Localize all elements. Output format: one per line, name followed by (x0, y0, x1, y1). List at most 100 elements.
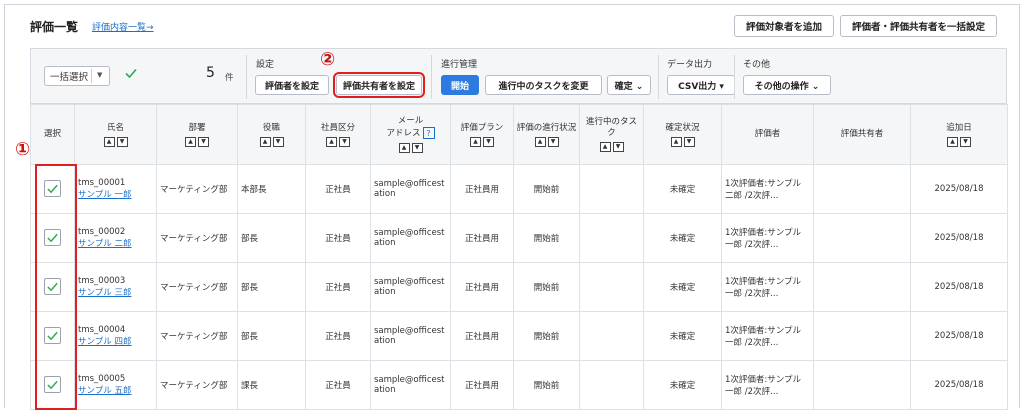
plan-cell: 正社員用 (450, 262, 514, 312)
sort-asc-icon[interactable]: ▲ (599, 142, 611, 152)
name-cell: tms_00003 サンプル 三郎 (74, 262, 157, 312)
csv-export-button[interactable]: CSV出力 ▾ (667, 75, 735, 95)
dropdown-divider (91, 69, 92, 83)
sort-asc-icon[interactable]: ▲ (947, 136, 958, 147)
task-cell (579, 164, 644, 214)
table-header-row: 選択 氏名 ▲ ▼ 部署 ▲ ▼ 役職 ▲ ▼ 社員区分 ▲ ▼ メール アドレス? ▲ ▼… (30, 104, 1008, 165)
sort-desc-icon[interactable]: ▼ (272, 136, 284, 147)
table-row[interactable]: tms_00005 サンプル 五郎 マーケティング部 課長 正社員 sample… (30, 360, 1008, 410)
toolbar-separator (734, 55, 735, 99)
employee-name-link[interactable]: サンプル 三郎 (78, 286, 153, 298)
col-dept: 部署 ▲ ▼ (156, 104, 238, 165)
page-title: 評価一覧 (30, 20, 79, 34)
sort-asc-icon[interactable]: ▲ (398, 142, 410, 153)
table-row[interactable]: tms_00002 サンプル 二郎 マーケティング部 部長 正社員 sample… (30, 213, 1008, 263)
dept-cell: マーケティング部 (156, 311, 238, 361)
dept-cell: マーケティング部 (156, 213, 238, 263)
sort-controls: ▲ ▼ (947, 136, 971, 147)
sort-controls: ▲ ▼ (670, 136, 695, 147)
sort-controls: ▲ ▼ (534, 136, 559, 147)
add-targets-button[interactable]: 評価対象者を追加 (734, 15, 834, 37)
confirm-status-cell: 未確定 (643, 311, 722, 361)
employee-id: tms_00004 (78, 325, 126, 335)
eval-status-cell: 開始前 (513, 164, 580, 214)
sort-desc-icon[interactable]: ▼ (198, 136, 209, 147)
name-cell: tms_00002 サンプル 二郎 (74, 213, 157, 263)
sort-desc-icon[interactable]: ▼ (683, 136, 695, 147)
evaluation-table: 選択 氏名 ▲ ▼ 部署 ▲ ▼ 役職 ▲ ▼ 社員区分 ▲ ▼ メール アドレス? ▲ ▼… (30, 104, 1008, 410)
table-row[interactable]: tms_00003 サンプル 三郎 マーケティング部 部長 正社員 sample… (30, 262, 1008, 312)
change-task-button[interactable]: 進行中のタスクを変更 (485, 75, 602, 95)
sort-desc-icon[interactable]: ▼ (547, 136, 559, 147)
sort-controls: ▲ ▼ (259, 136, 284, 147)
table-row[interactable]: tms_00001 サンプル 一郎 マーケティング部 本部長 正社員 sampl… (30, 164, 1008, 214)
sort-controls: ▲ ▼ (103, 136, 128, 147)
sharer-cell (813, 360, 911, 410)
sort-desc-icon[interactable]: ▼ (483, 136, 494, 147)
sort-asc-icon[interactable]: ▲ (470, 136, 481, 147)
col-email: メール アドレス? ▲ ▼ (370, 104, 451, 165)
task-cell (579, 213, 644, 263)
sort-controls: ▲ ▼ (599, 142, 624, 152)
col-sharer: 評価共有者 (813, 104, 911, 165)
sharer-cell (813, 311, 911, 361)
data-output-group-label: データ出力 (667, 60, 713, 70)
eval-status-cell: 開始前 (513, 360, 580, 410)
plan-cell: 正社員用 (450, 164, 514, 214)
sort-asc-icon[interactable]: ▲ (259, 136, 271, 147)
email-cell: sample@officestation (370, 262, 451, 312)
bulk-settings-button[interactable]: 評価者・評価共有者を一括設定 (840, 15, 997, 37)
employee-name-link[interactable]: サンプル 一郎 (78, 188, 153, 200)
check-icon (125, 68, 137, 79)
help-icon[interactable]: ? (422, 127, 435, 140)
sort-desc-icon[interactable]: ▼ (116, 136, 128, 147)
dept-cell: マーケティング部 (156, 262, 238, 312)
name-cell: tms_00005 サンプル 五郎 (74, 360, 157, 410)
other-operations-button[interactable]: その他の操作 ⌄ (743, 75, 831, 95)
email-cell: sample@officestation (370, 311, 451, 361)
position-cell: 部長 (237, 213, 306, 263)
sort-desc-icon[interactable]: ▼ (612, 142, 624, 152)
sort-desc-icon[interactable]: ▼ (960, 136, 971, 147)
col-position: 役職 ▲ ▼ (237, 104, 306, 165)
evaluation-content-list-link[interactable]: 評価内容一覧→ (92, 20, 154, 33)
marker-two: ② (320, 49, 336, 70)
sharer-cell (813, 213, 911, 263)
confirm-status-cell: 未確定 (643, 164, 722, 214)
dept-cell: マーケティング部 (156, 360, 238, 410)
added-date-cell: 2025/08/18 (910, 164, 1008, 214)
plan-cell: 正社員用 (450, 360, 514, 410)
employee-name-link[interactable]: サンプル 四郎 (78, 335, 153, 347)
sort-asc-icon[interactable]: ▲ (185, 136, 196, 147)
toolbar-separator (658, 55, 659, 99)
sharer-cell (813, 164, 911, 214)
sort-controls: ▲ ▼ (326, 136, 350, 147)
sort-asc-icon[interactable]: ▲ (326, 136, 337, 147)
set-sharer-button[interactable]: 評価共有者を設定 (333, 72, 425, 98)
table-row[interactable]: tms_00004 サンプル 四郎 マーケティング部 部長 正社員 sample… (30, 311, 1008, 361)
employee-id: tms_00003 (78, 276, 126, 286)
evaluator-cell: 1次評価者:サンプル 二郎 /2次評… (721, 164, 814, 214)
employee-id: tms_00002 (78, 227, 126, 237)
employee-name-link[interactable]: サンプル 五郎 (78, 384, 153, 396)
added-date-cell: 2025/08/18 (910, 262, 1008, 312)
email-cell: sample@officestation (370, 360, 451, 410)
sort-controls: ▲ ▼ (470, 136, 494, 147)
sort-desc-icon[interactable]: ▼ (411, 142, 423, 153)
col-evaluator: 評価者 (721, 104, 814, 165)
bulk-select-dropdown[interactable]: 一括選択 ▼ (44, 66, 110, 86)
set-evaluator-button[interactable]: 評価者を設定 (255, 75, 329, 95)
other-group-label: その他 (743, 60, 771, 70)
email-cell: sample@officestation (370, 164, 451, 214)
confirm-dropdown-button[interactable]: 確定 ⌄ (607, 75, 651, 95)
start-button[interactable]: 開始 (441, 75, 479, 95)
position-cell: 課長 (237, 360, 306, 410)
evaluator-cell: 1次評価者:サンプル 一郎 /2次評… (721, 213, 814, 263)
employee-name-link[interactable]: サンプル 二郎 (78, 237, 153, 249)
sort-asc-icon[interactable]: ▲ (103, 136, 115, 147)
sort-asc-icon[interactable]: ▲ (670, 136, 682, 147)
sort-asc-icon[interactable]: ▲ (534, 136, 546, 147)
sort-desc-icon[interactable]: ▼ (339, 136, 350, 147)
progress-group-label: 進行管理 (441, 60, 478, 70)
employee-id: tms_00005 (78, 374, 126, 384)
